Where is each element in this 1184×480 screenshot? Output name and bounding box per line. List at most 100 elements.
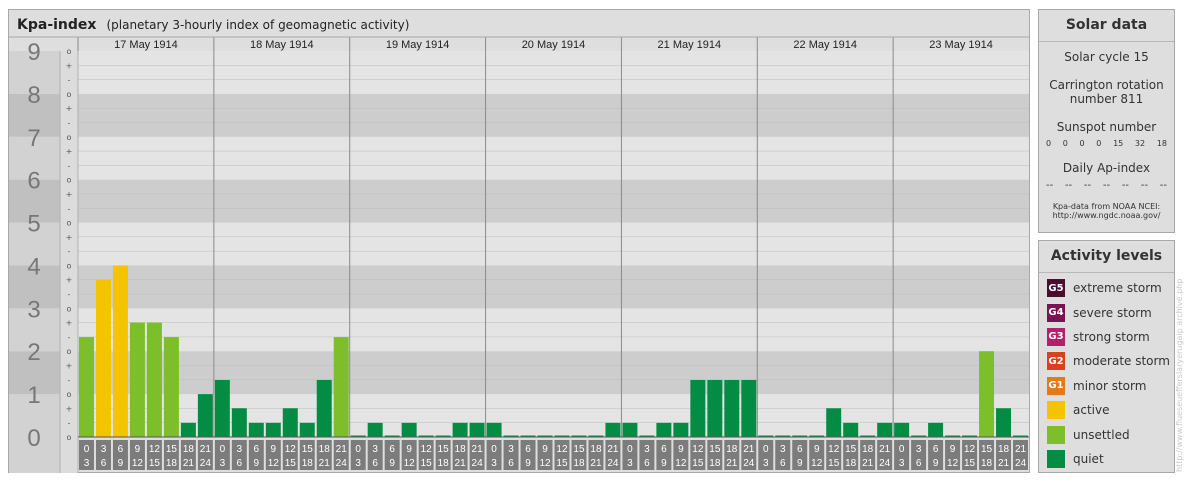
activity-levels-panel: Activity levels G5 extreme storm G4 severe… <box>1038 240 1175 473</box>
time-start-label: 12 <box>964 444 976 455</box>
legend-swatch: G1 <box>1047 376 1065 395</box>
time-end-label: 21 <box>183 458 195 469</box>
time-start-label: 12 <box>149 444 161 455</box>
ap-index-values: -- -- -- -- -- -- -- <box>1039 180 1174 191</box>
kp-bar <box>826 408 842 437</box>
time-end-label: 15 <box>421 458 433 469</box>
kp-bar <box>316 379 332 437</box>
time-end-label: 24 <box>336 458 348 469</box>
source-url: http://www.ngdc.noaa.gov/ <box>1052 211 1161 220</box>
time-start-label: 15 <box>845 444 857 455</box>
sunspot-values: 0 0 0 0 15 32 18 <box>1039 139 1174 148</box>
y-subtick-label: - <box>68 376 71 385</box>
time-end-label: 18 <box>166 458 178 469</box>
y-subtick-label: + <box>66 276 73 285</box>
time-end-label: 9 <box>118 458 124 469</box>
y-tick-label: 2 <box>27 339 40 366</box>
kp-bar <box>197 394 213 437</box>
y-subtick-label: - <box>68 333 71 342</box>
time-start-label: 21 <box>200 444 212 455</box>
legend-label: active <box>1073 403 1110 418</box>
legend-swatch <box>1047 449 1065 468</box>
legend-label: quiet <box>1073 451 1104 466</box>
y-subtick-label: o <box>67 261 72 270</box>
time-start-label: 0 <box>220 444 226 455</box>
time-start-label: 18 <box>862 444 874 455</box>
level-band <box>78 265 1029 309</box>
legend-item-g2: G2 moderate storm <box>1039 349 1174 373</box>
time-start-label: 6 <box>525 444 531 455</box>
time-start-label: 12 <box>692 444 704 455</box>
time-end-label: 18 <box>573 458 585 469</box>
kp-bar <box>248 422 264 437</box>
time-start-label: 15 <box>573 444 585 455</box>
y-subtick-label: o <box>67 304 72 313</box>
kp-bar <box>333 337 349 437</box>
time-end-label: 21 <box>590 458 602 469</box>
day-label: 23 May 1914 <box>929 39 993 51</box>
y-subtick-label: - <box>68 118 71 127</box>
carrington-line1: Carrington rotation <box>1049 78 1164 92</box>
source-note: Kpa-data from NOAA NCEI: <box>1052 202 1161 211</box>
time-start-label: 9 <box>814 444 820 455</box>
time-start-label: 9 <box>135 444 141 455</box>
legend-item-g3: G3 strong storm <box>1039 325 1174 349</box>
time-end-label: 12 <box>404 458 416 469</box>
time-end-label: 12 <box>675 458 687 469</box>
sunspot-value: 18 <box>1156 139 1167 148</box>
time-start-label: 3 <box>644 444 650 455</box>
legend-item-active: active <box>1039 398 1174 422</box>
legend-swatch: G2 <box>1047 352 1065 371</box>
y-subtick-label: + <box>66 190 73 199</box>
time-start-label: 12 <box>421 444 433 455</box>
kp-bar <box>673 422 689 437</box>
time-end-label: 12 <box>132 458 144 469</box>
kp-bar <box>231 408 247 437</box>
time-end-label: 3 <box>491 458 497 469</box>
time-end-label: 6 <box>101 458 107 469</box>
kp-bar <box>996 408 1012 437</box>
ap-index-value: -- <box>1046 180 1054 191</box>
kp-bar <box>146 322 162 437</box>
time-end-label: 21 <box>998 458 1010 469</box>
time-end-label: 9 <box>933 458 939 469</box>
time-end-label: 15 <box>149 458 161 469</box>
carrington-line2: number 811 <box>1069 92 1144 106</box>
sunspot-value: 0 <box>1096 139 1102 148</box>
time-start-label: 6 <box>797 444 803 455</box>
time-end-label: 12 <box>947 458 959 469</box>
time-start-label: 6 <box>254 444 260 455</box>
legend-label: moderate storm <box>1073 354 1170 369</box>
time-end-label: 21 <box>726 458 738 469</box>
time-start-label: 9 <box>678 444 684 455</box>
time-start-label: 9 <box>271 444 277 455</box>
time-start-label: 18 <box>726 444 738 455</box>
time-end-label: 6 <box>237 458 243 469</box>
legend-label: minor storm <box>1073 378 1147 393</box>
time-start-label: 0 <box>84 444 90 455</box>
time-end-label: 15 <box>692 458 704 469</box>
y-subtick-label: o <box>67 433 72 442</box>
time-end-label: 6 <box>644 458 650 469</box>
time-end-label: 24 <box>1015 458 1027 469</box>
time-end-label: 18 <box>709 458 721 469</box>
day-label: 21 May 1914 <box>658 39 722 51</box>
ap-index-value: -- <box>1159 180 1167 191</box>
y-subtick-label: o <box>67 176 72 185</box>
time-end-label: 3 <box>220 458 226 469</box>
legend-label: extreme storm <box>1073 281 1162 296</box>
y-subtick-label: o <box>67 90 72 99</box>
time-end-label: 18 <box>302 458 314 469</box>
y-subtick-label: + <box>66 404 73 413</box>
time-end-label: 6 <box>372 458 378 469</box>
legend-item-quiet: quiet <box>1039 447 1174 471</box>
legend-item-g5: G5 extreme storm <box>1039 276 1174 300</box>
time-end-label: 12 <box>811 458 823 469</box>
time-start-label: 0 <box>355 444 361 455</box>
time-start-label: 21 <box>472 444 484 455</box>
time-end-label: 24 <box>743 458 755 469</box>
time-start-label: 15 <box>709 444 721 455</box>
time-end-label: 18 <box>438 458 450 469</box>
time-end-label: 15 <box>556 458 568 469</box>
y-subtick-label: o <box>67 219 72 228</box>
